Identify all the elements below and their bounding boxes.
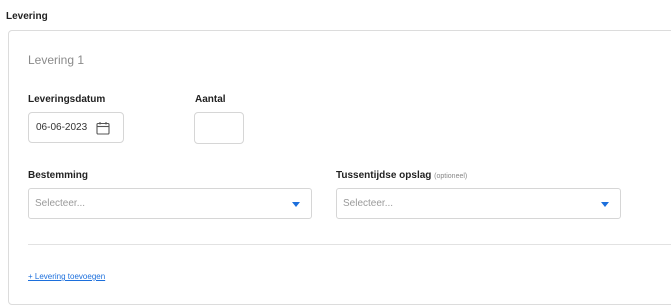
destination-placeholder: Selecteer... [35,198,86,209]
section-title: Levering [6,11,48,22]
divider [28,244,671,245]
date-input[interactable]: 06-06-2023 [28,112,124,143]
date-label: Leveringsdatum [28,94,106,105]
caret-down-icon [292,202,300,207]
optional-tag: (optioneel) [434,173,468,180]
quantity-label: Aantal [195,94,226,105]
quantity-input[interactable] [194,112,244,144]
delivery-card: Levering 1 Leveringsdatum 06-06-2023 Aan… [8,30,671,305]
caret-down-icon [601,202,609,207]
intermediate-select[interactable]: Selecteer... [336,188,621,219]
intermediate-label-text: Tussentijdse opslag [336,170,432,181]
intermediate-placeholder: Selecteer... [343,198,394,209]
destination-select[interactable]: Selecteer... [28,188,312,219]
delivery-title: Levering 1 [28,53,85,67]
add-delivery-link[interactable]: + Levering toevoegen [28,272,105,281]
destination-label: Bestemming [28,170,89,181]
calendar-icon[interactable] [96,121,110,135]
intermediate-label: Tussentijdse opslag (optioneel) [336,170,467,181]
date-value: 06-06-2023 [36,122,88,133]
